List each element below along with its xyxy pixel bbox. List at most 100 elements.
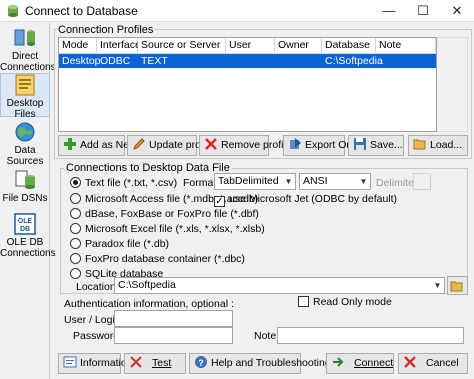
column-header[interactable]: Note <box>376 38 436 54</box>
radio-button[interactable] <box>70 253 81 264</box>
connect-icon <box>333 357 344 367</box>
chevron-down-icon[interactable]: ▼ <box>357 174 370 189</box>
export-one-button[interactable]: Export One... <box>283 135 367 156</box>
profiles-table[interactable]: Mode Interface Source or Server User Own… <box>58 37 437 132</box>
location-input[interactable]: C:\Softpedia ▼ <box>114 277 445 294</box>
connection-profiles-label: Connection Profiles <box>56 24 156 36</box>
radio-label: dBase, FoxBase or FoxPro file (*.dbf) <box>85 208 259 220</box>
svg-text:OLE: OLE <box>18 218 33 225</box>
radio-button[interactable] <box>70 223 81 234</box>
password-input[interactable] <box>114 327 233 344</box>
sidebar-item-file-dsns[interactable]: File DSNs <box>0 169 50 209</box>
column-header[interactable]: Owner <box>275 38 322 54</box>
radio-label: Paradox file (*.db) <box>85 238 170 250</box>
radio-dbase-file[interactable]: dBase, FoxBase or FoxPro file (*.dbf) <box>70 208 259 221</box>
location-label: Location <box>76 281 116 293</box>
chevron-down-icon[interactable]: ▼ <box>282 174 295 189</box>
table-empty-area <box>437 37 468 132</box>
sidebar-item-label: Desktop Files <box>6 98 44 120</box>
cancel-label: Cancel <box>426 357 459 369</box>
plus-icon <box>64 138 76 150</box>
window-title: Connect to Database <box>25 4 138 18</box>
help-icon: ? <box>195 356 207 368</box>
radio-label: Microsoft Excel file (*.xls, *.xlsx, *.x… <box>85 223 265 235</box>
title-bar: Connect to Database — ☐ ✕ <box>0 0 474 22</box>
radio-excel-file[interactable]: Microsoft Excel file (*.xls, *.xlsx, *.x… <box>70 223 265 236</box>
direct-connection-icon <box>14 29 35 46</box>
desktop-file-group-label: Connections to Desktop Data File <box>64 162 232 174</box>
sidebar-item-ole-db-connections[interactable]: OLE DB OLE DB Connections <box>0 213 56 263</box>
radio-button[interactable] <box>70 193 81 204</box>
maximize-icon[interactable]: ☐ <box>406 0 440 22</box>
user-login-label: User / Login <box>64 314 121 326</box>
data-sources-globe-icon <box>15 122 35 142</box>
cell-mode: Desktop <box>62 55 101 67</box>
charset-value: ANSI <box>303 175 328 187</box>
browse-location-button[interactable] <box>447 276 468 295</box>
radio-paradox-file[interactable]: Paradox file (*.db) <box>70 238 169 251</box>
delimiter-input[interactable] <box>413 173 431 190</box>
test-icon <box>130 356 142 368</box>
column-header[interactable]: Interface <box>97 38 141 54</box>
sidebar-item-desktop-files[interactable]: Desktop Files <box>0 73 50 120</box>
readonly-checkbox[interactable] <box>298 296 309 307</box>
save-button[interactable]: Save... <box>348 135 404 156</box>
export-icon <box>290 138 301 149</box>
jet-label: use Microsoft Jet (ODBC by default) <box>229 193 398 205</box>
cell-owner <box>275 54 278 68</box>
delete-x-icon <box>205 138 217 150</box>
column-header[interactable]: User <box>226 38 275 54</box>
cancel-button[interactable]: Cancel <box>398 353 468 374</box>
close-icon[interactable]: ✕ <box>440 0 474 22</box>
radio-button[interactable] <box>70 208 81 219</box>
format-value: TabDelimited <box>218 175 279 187</box>
add-as-new-button[interactable]: Add as New <box>58 135 137 156</box>
radio-label: FoxPro database container (*.dbc) <box>85 253 245 265</box>
cell-source: TEXT <box>141 55 168 67</box>
minimize-icon[interactable]: — <box>372 0 406 22</box>
connect-button[interactable]: Connect <box>326 353 394 374</box>
radio-text-file[interactable]: Text file (*.txt, *.csv) <box>70 177 177 190</box>
readonly-checkbox-row[interactable]: Read Only mode <box>298 296 392 309</box>
jet-checkbox[interactable]: ✓ <box>214 196 225 207</box>
radio-button[interactable] <box>70 268 81 279</box>
svg-text:?: ? <box>198 358 204 368</box>
floppy-disk-icon <box>354 138 366 150</box>
cell-database: C:\Softpedia <box>325 55 383 67</box>
svg-text:DB: DB <box>20 226 30 233</box>
note-label: Note <box>254 330 277 342</box>
load-button[interactable]: Load... <box>408 135 468 156</box>
cell-note <box>376 54 379 68</box>
file-dsn-icon <box>15 170 35 189</box>
radio-foxpro-container[interactable]: FoxPro database container (*.dbc) <box>70 253 245 266</box>
format-select[interactable]: TabDelimited ▼ <box>214 173 296 190</box>
connection-type-sidebar: Direct Connections Desktop Files Data So… <box>0 23 56 379</box>
user-login-input[interactable] <box>114 310 233 327</box>
test-button[interactable]: Test <box>124 353 186 374</box>
table-row[interactable]: Desktop ODBC TEXT C:\Softpedia <box>59 54 436 68</box>
jet-checkbox-row[interactable]: ✓ use Microsoft Jet (ODBC by default) <box>214 193 397 207</box>
sidebar-item-label: Direct Connections <box>0 51 56 73</box>
open-folder-icon <box>413 139 426 150</box>
radio-button[interactable] <box>70 177 81 188</box>
column-header[interactable]: Source or Server <box>138 38 226 54</box>
update-profile-button[interactable]: Update profile <box>127 135 214 156</box>
column-header[interactable]: Database <box>322 38 376 54</box>
sidebar-item-direct-connections[interactable]: Direct Connections <box>0 27 56 73</box>
location-value: C:\Softpedia <box>118 279 176 291</box>
pencil-icon <box>133 138 145 150</box>
desktop-files-icon <box>15 74 35 96</box>
information-button[interactable]: Information... <box>58 353 141 374</box>
sidebar-item-data-sources[interactable]: Data Sources <box>0 121 50 167</box>
remove-profile-button[interactable]: Remove profile <box>199 135 292 156</box>
chevron-down-icon[interactable]: ▼ <box>431 278 444 293</box>
charset-select[interactable]: ANSI ▼ <box>299 173 371 190</box>
database-app-icon <box>8 5 18 17</box>
ole-db-icon: OLE DB <box>14 213 36 235</box>
help-troubleshooting-button[interactable]: ? Help and Troubleshooting <box>189 353 331 374</box>
cell-interface: ODBC <box>100 55 131 67</box>
connect-label: Connect <box>354 357 394 369</box>
radio-button[interactable] <box>70 238 81 249</box>
note-input[interactable] <box>277 327 464 344</box>
column-header[interactable]: Mode <box>59 38 97 54</box>
